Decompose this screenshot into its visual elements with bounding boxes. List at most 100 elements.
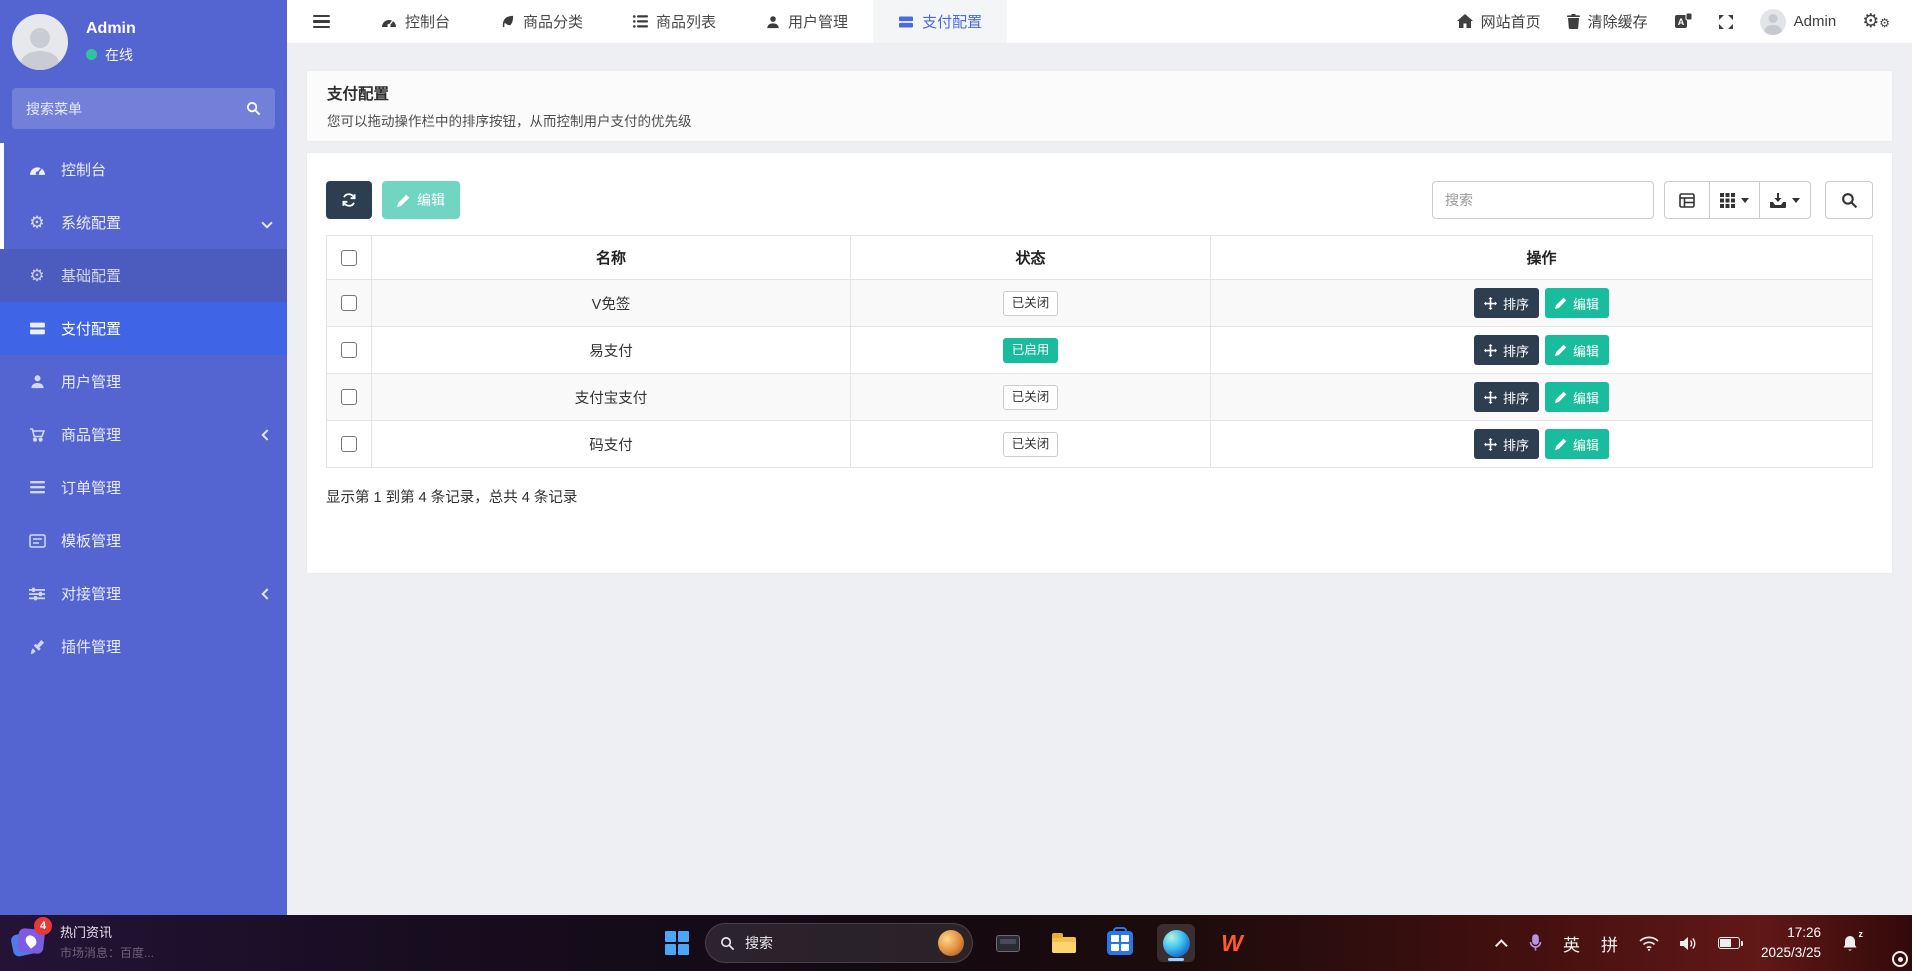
taskbar-app-edge[interactable] [1157, 924, 1195, 962]
row-checkbox[interactable] [341, 342, 357, 358]
sidebar-item-system-config[interactable]: ⚙ 系统配置 [0, 196, 287, 249]
tab-payment-config[interactable]: 支付配置 [873, 0, 1007, 43]
ime-pinyin-indicator[interactable]: 拼 [1601, 931, 1618, 956]
speaker-icon[interactable] [1680, 936, 1697, 951]
taskbar-search[interactable]: 搜索 [705, 923, 973, 963]
admin-user-menu[interactable]: Admin [1760, 9, 1837, 35]
taskbar-app-dark-window[interactable] [989, 924, 1027, 962]
status-badge[interactable]: 已启用 [1003, 338, 1059, 363]
ime-english-indicator[interactable]: 英 [1563, 931, 1580, 956]
row-edit-button[interactable]: 编辑 [1545, 382, 1609, 412]
sort-button[interactable]: 排序 [1474, 382, 1539, 412]
fullscreen-icon[interactable] [1718, 14, 1734, 30]
row-checkbox[interactable] [341, 389, 357, 405]
row-checkbox[interactable] [341, 436, 357, 452]
taskbar-app-wps[interactable]: W [1213, 924, 1251, 962]
news-widget[interactable]: 4 热门资讯 市场消息：百度... [10, 921, 154, 961]
table-row: 易支付 已启用 排序 编辑 [327, 327, 1873, 374]
sidebar-item-template-management[interactable]: 模板管理 [0, 514, 287, 567]
sidebar-item-order-management[interactable]: 订单管理 [0, 461, 287, 514]
sidebar-item-dashboard[interactable]: 控制台 [0, 143, 287, 196]
news-title: 热门资讯 [60, 922, 154, 941]
tab-dashboard[interactable]: 控制台 [356, 0, 475, 43]
tab-product-list[interactable]: 商品列表 [608, 0, 741, 43]
taskbar-date: 2025/3/25 [1761, 943, 1821, 963]
search-highlight-thumbnail[interactable] [938, 930, 964, 956]
plugin-icon [28, 639, 46, 654]
sort-button[interactable]: 排序 [1474, 288, 1539, 318]
row-edit-button[interactable]: 编辑 [1545, 335, 1609, 365]
column-header-actions: 操作 [1211, 236, 1873, 280]
columns-grid-icon [1720, 193, 1735, 208]
sidebar-item-integration-management[interactable]: 对接管理 [0, 567, 287, 620]
payment-name: 易支付 [372, 327, 851, 374]
tab-label: 控制台 [405, 11, 450, 32]
toggle-view-button[interactable] [1664, 181, 1710, 219]
sidebar-item-label: 插件管理 [61, 636, 121, 657]
wifi-icon[interactable] [1639, 936, 1659, 951]
store-icon [1107, 931, 1133, 955]
notification-bell-icon[interactable]: z [1842, 935, 1858, 952]
windows-taskbar: 4 热门资讯 市场消息：百度... 搜索 W 英 拼 17:26 [0, 915, 1912, 971]
edit-button-label: 编辑 [417, 190, 445, 210]
tab-label: 用户管理 [788, 11, 848, 32]
pencil-icon [1555, 438, 1567, 450]
settings-gears-icon[interactable]: ⚙⚙ [1862, 12, 1890, 31]
windows-start-button[interactable] [665, 931, 689, 955]
sidebar-item-plugin-management[interactable]: 插件管理 [0, 620, 287, 673]
export-dropdown-button[interactable] [1759, 181, 1811, 219]
move-icon [1484, 391, 1497, 404]
column-header-status[interactable]: 状态 [851, 236, 1211, 280]
refresh-button[interactable] [326, 181, 372, 219]
language-translate-icon[interactable]: A [1674, 13, 1692, 30]
chevron-down-icon [261, 217, 272, 228]
menu-toggle-icon[interactable] [287, 0, 356, 43]
status-badge[interactable]: 已关闭 [1003, 432, 1059, 457]
taskbar-app-store[interactable] [1101, 924, 1139, 962]
sidebar-item-label: 商品管理 [61, 424, 121, 445]
taskbar-app-file-explorer[interactable] [1045, 924, 1083, 962]
sidebar-item-label: 系统配置 [61, 212, 121, 233]
sidebar-item-label: 用户管理 [61, 371, 121, 392]
clear-cache-button[interactable]: 清除缓存 [1567, 11, 1648, 32]
page-subtitle: 您可以拖动操作栏中的排序按钮，从而控制用户支付的优先级 [327, 110, 1872, 130]
sidebar-item-user-management[interactable]: 用户管理 [0, 355, 287, 408]
move-icon [1484, 297, 1497, 310]
sort-button[interactable]: 排序 [1474, 335, 1539, 365]
cart-icon [28, 427, 46, 442]
columns-dropdown-button[interactable] [1709, 181, 1760, 219]
payment-server-icon [898, 15, 914, 29]
sidebar-search-input[interactable] [26, 101, 246, 117]
status-badge[interactable]: 已关闭 [1003, 385, 1059, 410]
microphone-icon[interactable] [1529, 934, 1542, 952]
gear-icon: ⚙ [28, 267, 46, 284]
sidebar-item-product-management[interactable]: 商品管理 [0, 408, 287, 461]
sidebar-item-label: 基础配置 [61, 265, 121, 286]
sidebar-menu: 控制台 ⚙ 系统配置 ⚙ 基础配置 支付配置 用户管理 商品管理 订单管理 [0, 143, 287, 673]
tab-product-category[interactable]: 商品分类 [475, 0, 608, 43]
edit-button[interactable]: 编辑 [382, 181, 460, 219]
screen-record-indicator-icon[interactable] [1892, 951, 1908, 967]
sidebar-item-payment-config[interactable]: 支付配置 [0, 302, 287, 355]
tab-user-management[interactable]: 用户管理 [741, 0, 873, 43]
search-button[interactable] [1825, 181, 1873, 219]
table-row: 支付宝支付 已关闭 排序 编辑 [327, 374, 1873, 421]
row-edit-button[interactable]: 编辑 [1545, 429, 1609, 459]
tray-expand-icon[interactable] [1495, 939, 1508, 952]
sidebar-search[interactable] [12, 88, 275, 129]
column-header-name[interactable]: 名称 [372, 236, 851, 280]
table-header-row: 名称 状态 操作 [327, 236, 1873, 280]
taskbar-clock[interactable]: 17:26 2025/3/25 [1761, 923, 1821, 962]
sidebar-item-base-config[interactable]: ⚙ 基础配置 [0, 249, 287, 302]
avatar[interactable] [12, 14, 68, 70]
status-badge[interactable]: 已关闭 [1003, 291, 1059, 316]
row-checkbox[interactable] [341, 295, 357, 311]
table-search-input[interactable] [1432, 181, 1654, 219]
site-home-link[interactable]: 网站首页 [1457, 11, 1541, 32]
search-icon[interactable] [246, 101, 261, 116]
sort-button[interactable]: 排序 [1474, 429, 1539, 459]
row-edit-button[interactable]: 编辑 [1545, 288, 1609, 318]
select-all-checkbox[interactable] [341, 250, 357, 266]
leaf-icon [500, 14, 515, 29]
battery-icon[interactable] [1718, 937, 1740, 949]
